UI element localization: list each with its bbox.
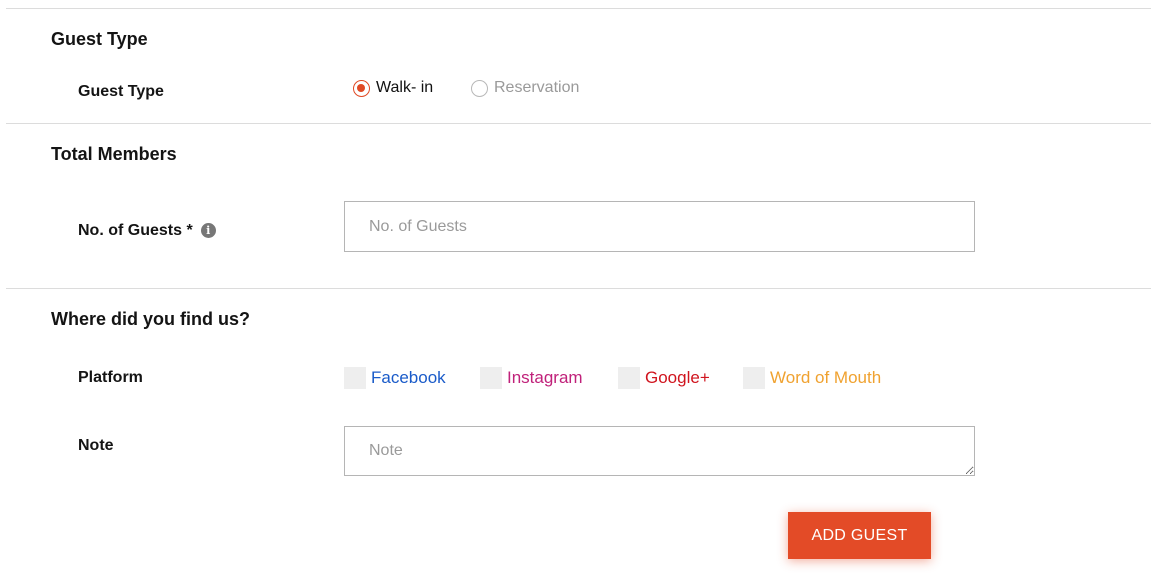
checkbox-facebook[interactable]: Facebook xyxy=(344,367,446,389)
radio-reservation[interactable]: Reservation xyxy=(471,79,579,97)
section-title-total-members: Total Members xyxy=(51,144,177,164)
section-title-guest-type: Guest Type xyxy=(51,29,148,49)
radio-reservation-label[interactable]: Reservation xyxy=(494,79,579,97)
checkbox-word-of-mouth-label[interactable]: Word of Mouth xyxy=(770,368,881,388)
field-label-note: Note xyxy=(78,437,114,454)
add-guest-button[interactable]: ADD GUEST xyxy=(788,512,931,559)
checkbox-facebook-label[interactable]: Facebook xyxy=(371,368,446,388)
checkbox-instagram-box[interactable] xyxy=(480,367,502,389)
no-of-guests-label-text: No. of Guests * xyxy=(78,222,193,239)
checkbox-word-of-mouth-box[interactable] xyxy=(743,367,765,389)
field-label-platform: Platform xyxy=(78,369,143,386)
checkbox-google-plus-box[interactable] xyxy=(618,367,640,389)
divider xyxy=(6,288,1151,289)
checkbox-facebook-box[interactable] xyxy=(344,367,366,389)
radio-reservation-indicator[interactable] xyxy=(471,79,488,97)
divider xyxy=(6,123,1151,124)
checkbox-instagram-label[interactable]: Instagram xyxy=(507,368,583,388)
note-textarea[interactable] xyxy=(344,426,975,476)
radio-walk-in[interactable]: Walk- in xyxy=(353,79,433,97)
no-of-guests-input[interactable] xyxy=(344,201,975,252)
field-label-guest-type: Guest Type xyxy=(78,83,164,100)
section-title-find-us: Where did you find us? xyxy=(51,309,250,329)
checkbox-word-of-mouth[interactable]: Word of Mouth xyxy=(743,367,881,389)
checkbox-google-plus-label[interactable]: Google+ xyxy=(645,368,710,388)
checkbox-google-plus[interactable]: Google+ xyxy=(618,367,710,389)
add-guest-form: Guest Type Guest Type Walk- in Reservati… xyxy=(0,0,1151,574)
field-label-no-of-guests: No. of Guests * i xyxy=(78,222,216,240)
divider xyxy=(6,8,1151,9)
radio-walk-in-indicator[interactable] xyxy=(353,79,370,97)
radio-walk-in-label[interactable]: Walk- in xyxy=(376,79,433,97)
info-icon[interactable]: i xyxy=(200,223,216,239)
checkbox-instagram[interactable]: Instagram xyxy=(480,367,583,389)
